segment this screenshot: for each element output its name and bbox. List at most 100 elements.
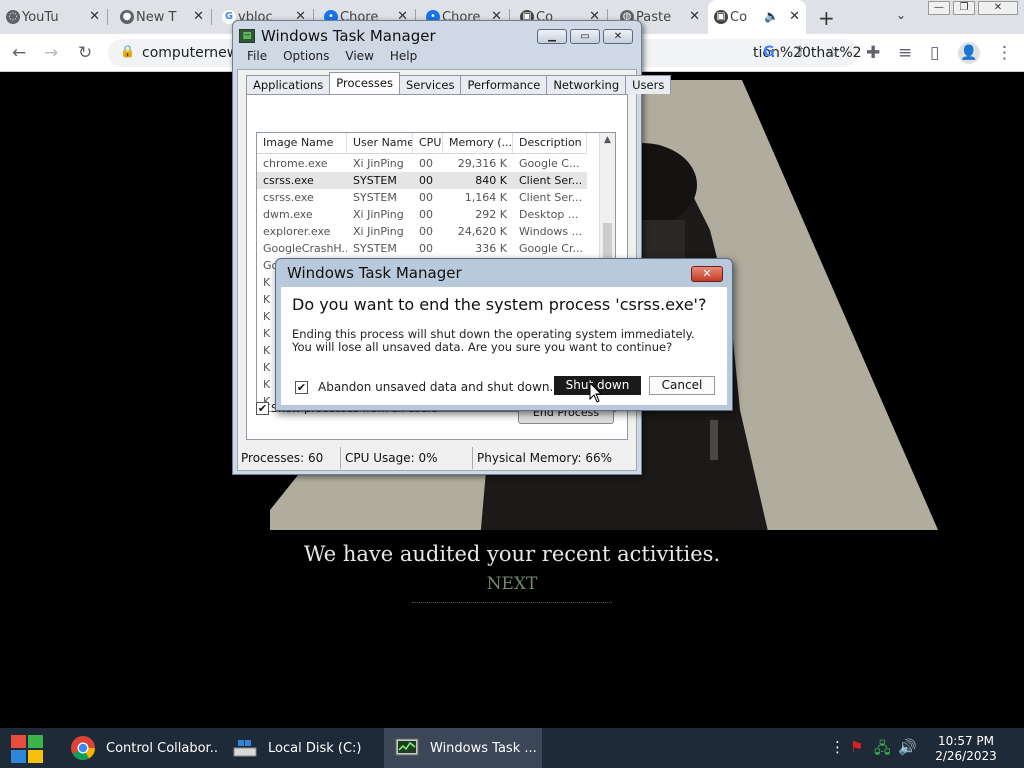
browser-tab[interactable]: ● New T ✕ (114, 0, 210, 34)
cell-memory: 840 K (475, 174, 507, 187)
back-icon[interactable]: ← (12, 43, 26, 63)
table-row[interactable]: csrss.exe SYSTEM 00 840 K Client Ser... (257, 172, 587, 189)
tab-services[interactable]: Services (398, 75, 462, 94)
menu-help[interactable]: Help (390, 49, 417, 67)
column-cpu[interactable]: CPU (413, 133, 443, 153)
column-description[interactable]: Description (513, 133, 587, 153)
spinner-icon: ◌ (6, 10, 20, 24)
cell-cpu: 00 (419, 174, 433, 187)
volume-icon[interactable]: 🔊 (898, 738, 917, 756)
cell-user-name: Xi JinPing (353, 157, 404, 170)
tab-label: Co (730, 9, 748, 25)
cell-user-name: SYSTEM (353, 174, 397, 187)
taskbar-item-label: Control Collabor... (106, 740, 218, 756)
overflow-icon[interactable]: ⋮ (830, 738, 845, 756)
tab-networking[interactable]: Networking (546, 75, 627, 94)
system-clock[interactable]: 10:57 PM 2/26/2023 (930, 734, 1002, 764)
next-link[interactable]: NEXT (412, 574, 612, 603)
browser-tab[interactable]: ◌ YouTu ✕ (0, 0, 106, 34)
cell-user-name: Xi JinPing (353, 225, 404, 238)
cell-cpu: 00 (419, 208, 433, 221)
close-button[interactable]: ✕ (603, 29, 633, 44)
reload-icon[interactable]: ↻ (78, 43, 92, 63)
close-icon[interactable]: ✕ (193, 9, 204, 24)
new-tab-button[interactable]: + (818, 6, 835, 30)
window-title: Windows Task Manager (261, 27, 436, 45)
forward-icon[interactable]: → (44, 43, 58, 63)
chrome-icon (71, 736, 95, 761)
audio-icon[interactable]: 🔈 (764, 9, 779, 23)
cell-memory: 29,316 K (457, 157, 507, 170)
cell-image-name: explorer.exe (263, 225, 331, 238)
restore-button[interactable]: ❐ (953, 1, 975, 15)
menu-kebab-icon[interactable]: ⋮ (996, 43, 1013, 63)
close-icon[interactable]: ✕ (689, 9, 700, 24)
scroll-up-icon[interactable]: ▲ (604, 135, 611, 145)
minimize-button[interactable]: — (928, 1, 950, 15)
table-row[interactable]: csrss.exe SYSTEM 00 1,164 K Client Ser... (257, 189, 587, 206)
cell-cpu: 00 (419, 225, 433, 238)
task-manager-icon (395, 738, 419, 756)
tab-users[interactable]: Users (625, 75, 672, 94)
menu-view[interactable]: View (345, 49, 373, 67)
screen: ◌ YouTu ✕ ● New T ✕ G vbloc ✕ • Chore ✕ … (0, 0, 1024, 768)
dialog-message: Ending this process will shut down the o… (292, 327, 695, 354)
taskbar-item-label: Windows Task ... (430, 740, 537, 756)
page-caption: We have audited your recent activities. (303, 542, 721, 566)
cell-description: Desktop ... (519, 208, 579, 221)
menu-options[interactable]: Options (283, 49, 329, 67)
status-bar: Processes: 60 CPU Usage: 0% Physical Mem… (237, 447, 637, 469)
tab-label: New T (136, 9, 177, 25)
dialog-question: Do you want to end the system process 'c… (292, 295, 707, 314)
task-manager-icon: ▤ (239, 29, 255, 43)
tab-bar: Applications Processes Services Performa… (246, 72, 672, 95)
media-control-icon[interactable]: ≡ (898, 43, 912, 63)
tab-search-button[interactable]: ⌄ (896, 8, 906, 22)
bookmark-star-icon[interactable]: ☆ (826, 43, 839, 61)
tab-label: YouTu (22, 9, 59, 25)
dialog-body: Do you want to end the system process 'c… (281, 287, 727, 405)
share-icon[interactable]: ⇪ (794, 44, 806, 60)
checkbox-checked-icon[interactable]: ✔ (295, 380, 308, 394)
close-icon[interactable]: ✕ (789, 9, 800, 24)
tab-applications[interactable]: Applications (246, 75, 331, 94)
column-memory[interactable]: Memory (... (443, 133, 513, 153)
cell-description: Windows ... (519, 225, 583, 238)
network-icon[interactable]: 🖧 (874, 738, 891, 763)
close-icon[interactable]: ✕ (89, 9, 100, 24)
table-row[interactable]: dwm.exe Xi JinPing 00 292 K Desktop ... (257, 206, 587, 223)
cell-memory: 24,620 K (457, 225, 507, 238)
maximize-button[interactable]: ▭ (570, 29, 600, 44)
abandon-data-label: Abandon unsaved data and shut down. (318, 380, 554, 394)
cell-cpu: 00 (419, 157, 433, 170)
status-cpu: CPU Usage: 0% (341, 447, 473, 469)
side-panel-icon[interactable]: ▯ (930, 43, 939, 63)
column-user-name[interactable]: User Name (347, 133, 413, 153)
table-row[interactable]: explorer.exe Xi JinPing 00 24,620 K Windows … (257, 223, 587, 240)
windows-start-icon[interactable] (10, 734, 44, 764)
column-image-name[interactable]: Image Name (257, 133, 347, 153)
action-center-flag-icon[interactable]: ⚑ (850, 738, 863, 756)
table-row[interactable]: GoogleCrashH... SYSTEM 00 336 K Google Cr... (257, 240, 587, 257)
dialog-close-button[interactable]: ✕ (691, 266, 723, 282)
table-row[interactable]: chrome.exe Xi JinPing 00 29,316 K Google C..… (257, 155, 587, 172)
taskbar-item-explorer[interactable]: Local Disk (C:) (222, 728, 380, 768)
tab-processes[interactable]: Processes (329, 72, 400, 94)
cell-image-name: GoogleCrashH... (263, 242, 347, 255)
cancel-button[interactable]: Cancel (649, 376, 715, 395)
tab-performance[interactable]: Performance (460, 75, 548, 94)
taskbar-item-label: Local Disk (C:) (268, 740, 362, 756)
browser-tab-active[interactable]: ▣ Co 🔈 ✕ (708, 0, 806, 34)
google-icon[interactable]: G (763, 44, 775, 60)
checkbox-checked-icon[interactable]: ✔ (256, 402, 269, 415)
minimize-button[interactable]: ▁ (537, 29, 567, 44)
taskbar-item-chrome[interactable]: Control Collabor... (60, 728, 218, 768)
clock-time: 10:57 PM (938, 734, 994, 748)
profile-avatar-icon[interactable]: 👤 (958, 42, 980, 64)
extensions-icon[interactable]: ✚ (866, 43, 880, 63)
abandon-data-checkbox[interactable]: ✔ Abandon unsaved data and shut down. (295, 380, 553, 394)
window-close-button[interactable]: ✕ (978, 1, 1018, 15)
cell-memory: 1,164 K (464, 191, 507, 204)
menu-file[interactable]: File (247, 49, 267, 67)
taskbar-item-task-manager[interactable]: Windows Task ... (384, 728, 542, 768)
